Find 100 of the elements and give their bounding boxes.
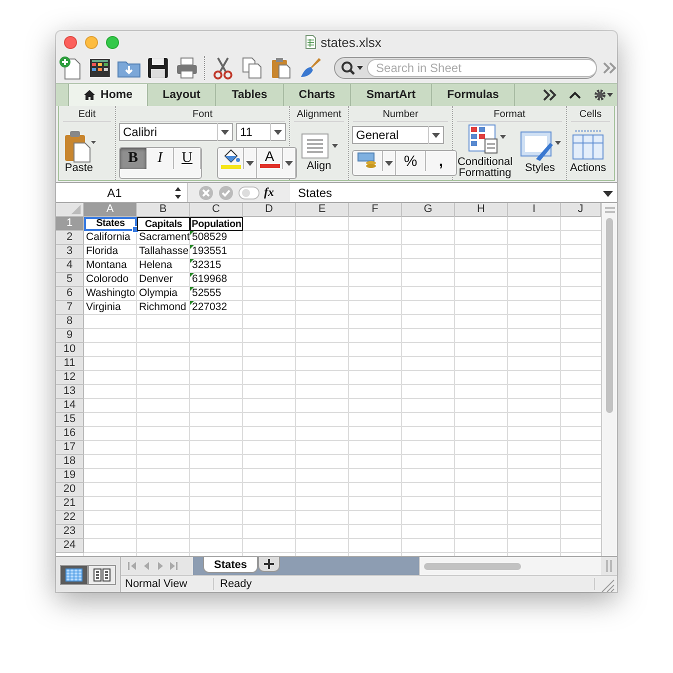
table-cell[interactable]: 193551 [190, 245, 243, 259]
row-header[interactable]: 19 [56, 469, 84, 483]
sheet-tab[interactable]: States [203, 557, 258, 573]
table-cell[interactable]: Montana [84, 259, 137, 273]
column-header[interactable]: F [349, 203, 402, 217]
fill-color-button[interactable] [218, 148, 244, 169]
collapse-ribbon-icon[interactable] [569, 91, 581, 99]
table-cell[interactable]: 32315 [190, 259, 243, 273]
column-header[interactable]: D [243, 203, 296, 217]
row-header[interactable]: 7 [56, 301, 84, 315]
font-size-dropdown[interactable]: 11 [236, 123, 286, 141]
table-cell[interactable]: 508529 [190, 231, 243, 245]
search-field[interactable]: Search in Sheet [367, 59, 597, 77]
table-cell[interactable]: Helena [137, 259, 190, 273]
column-header[interactable]: I [508, 203, 561, 217]
row-header[interactable]: 24 [56, 539, 84, 553]
row-header[interactable]: 6 [56, 287, 84, 301]
row-header[interactable]: 16 [56, 427, 84, 441]
insert-function-button[interactable]: fx [264, 185, 274, 200]
formula-field[interactable]: States [290, 186, 601, 200]
column-header[interactable]: G [402, 203, 455, 217]
money-icon [356, 151, 378, 169]
more-tabs-icon[interactable] [543, 89, 557, 101]
group-label: Format [457, 108, 562, 122]
row-header[interactable]: 20 [56, 483, 84, 497]
conditional-formatting-button[interactable]: Conditional Formatting [456, 123, 514, 179]
table-cell[interactable]: Population [190, 217, 243, 231]
table-cell[interactable]: Denver [137, 273, 190, 287]
scrollbar-thumb[interactable] [606, 218, 613, 413]
table-cell[interactable]: Florida [84, 245, 137, 259]
row-header[interactable]: 22 [56, 511, 84, 525]
align-button[interactable]: Align [299, 130, 339, 172]
row-header[interactable]: 18 [56, 455, 84, 469]
row-header[interactable]: 21 [56, 497, 84, 511]
font-color-swatch [260, 164, 280, 168]
table-cell[interactable]: Virginia [84, 301, 137, 315]
column-header[interactable]: E [296, 203, 349, 217]
table-cell[interactable]: Colorodo [84, 273, 137, 287]
column-header[interactable]: J [561, 203, 601, 217]
row-header[interactable]: 23 [56, 525, 84, 539]
table-cell[interactable]: 52555 [190, 287, 243, 301]
home-icon [84, 90, 95, 100]
error-triangle-icon [190, 301, 194, 305]
table-cell[interactable]: Richmond [137, 301, 190, 315]
page-layout-view-button[interactable] [88, 564, 116, 584]
row-header[interactable]: 11 [56, 357, 84, 371]
font-name-dropdown[interactable]: Calibri [119, 123, 233, 141]
group-label: Edit [63, 108, 111, 122]
row-header[interactable]: 17 [56, 441, 84, 455]
ribbon-tab[interactable]: Home [68, 84, 148, 106]
currency-button[interactable] [353, 151, 383, 171]
column-header[interactable]: C [190, 203, 243, 217]
table-cell[interactable]: 227032 [190, 301, 243, 315]
split-handle-icon[interactable] [602, 206, 616, 214]
close-button[interactable] [64, 36, 77, 48]
styles-button[interactable]: Styles [518, 128, 562, 174]
add-sheet-button[interactable] [258, 557, 280, 572]
scrollbar-thumb[interactable] [424, 562, 521, 570]
row-header[interactable]: 4 [56, 259, 84, 273]
column-header[interactable]: B [137, 203, 190, 217]
bold-button[interactable]: B [120, 148, 147, 169]
split-handle-icon[interactable] [605, 559, 613, 573]
row-header[interactable]: 10 [56, 343, 84, 357]
table-cell[interactable]: Washingto [84, 287, 137, 301]
actions-button[interactable]: Actions [570, 128, 606, 174]
table-cell[interactable]: States [84, 217, 137, 231]
row-header[interactable]: 8 [56, 315, 84, 329]
settings-icon[interactable] [593, 88, 613, 102]
table-cell[interactable]: Capitals [137, 217, 190, 231]
more-tools-icon[interactable] [602, 62, 617, 74]
stepper-icon[interactable] [173, 186, 183, 200]
row-header[interactable]: 2 [56, 231, 84, 245]
zoom-button[interactable] [106, 36, 119, 48]
row-header[interactable]: 3 [56, 245, 84, 259]
table-cell[interactable]: Sacrament [137, 231, 190, 245]
group-label: Alignment [294, 108, 344, 122]
table-cell[interactable]: California [84, 231, 137, 245]
error-triangle-icon [190, 231, 194, 235]
styles-brush-icon [518, 128, 562, 162]
column-header[interactable]: H [455, 203, 508, 217]
row-header[interactable]: 14 [56, 399, 84, 413]
error-triangle-icon [190, 259, 194, 263]
table-cell[interactable]: 619968 [190, 273, 243, 287]
dropdown-arrow-icon [217, 123, 232, 141]
table-cell[interactable]: Tallahasse [137, 245, 190, 259]
dropdown-arrow-icon[interactable] [283, 148, 296, 178]
row-header[interactable]: 9 [56, 329, 84, 343]
grid-icon [65, 568, 83, 582]
paste-button[interactable]: Paste [62, 128, 96, 174]
row-header[interactable]: 12 [56, 371, 84, 385]
font-color-button[interactable]: A [257, 148, 283, 169]
normal-view-button[interactable] [60, 564, 88, 584]
row-header[interactable]: 5 [56, 273, 84, 287]
toggle-icon[interactable] [238, 184, 260, 200]
table-cell[interactable]: Olympia [137, 287, 190, 301]
status-text: Normal View [121, 578, 214, 590]
row-header[interactable]: 15 [56, 413, 84, 427]
row-header[interactable]: 13 [56, 385, 84, 399]
number-format-dropdown[interactable]: General [352, 126, 444, 144]
dropdown-arrow-icon [270, 123, 285, 141]
